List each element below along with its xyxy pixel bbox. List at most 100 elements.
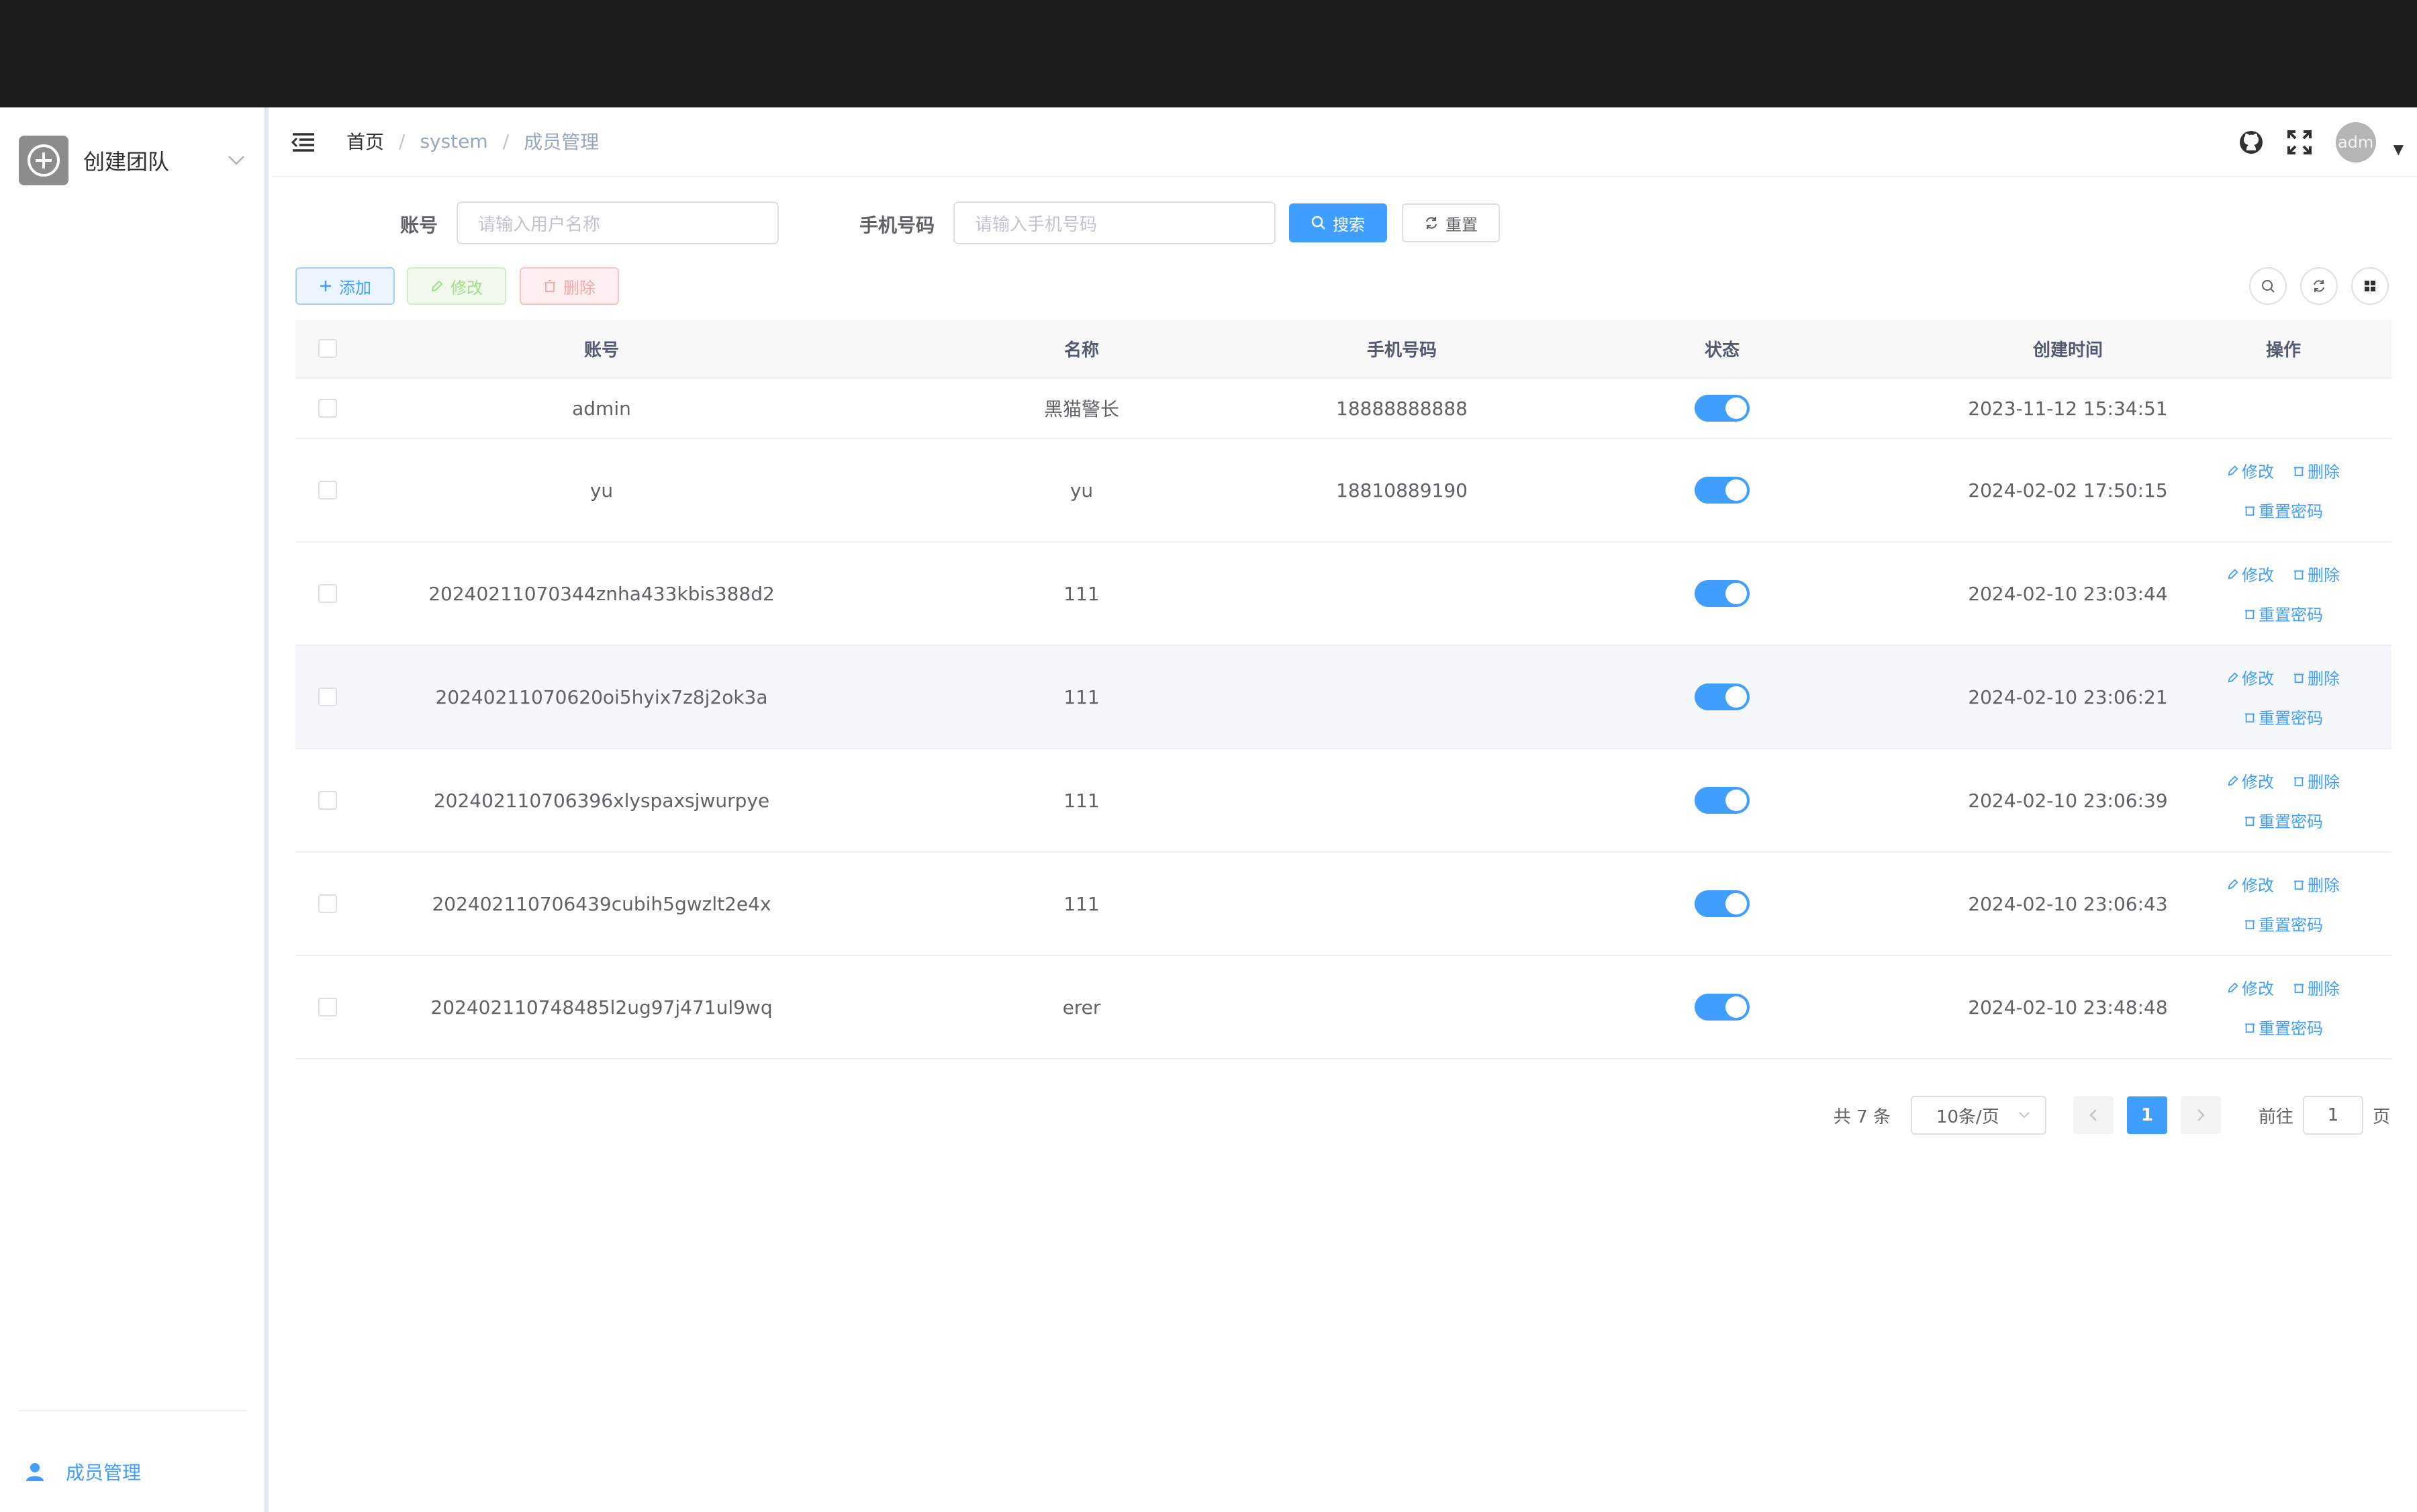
- row-delete-link[interactable]: 删除: [2293, 459, 2340, 482]
- header-name: 名称: [1063, 340, 1099, 361]
- row-edit-label: 修改: [2242, 463, 2274, 481]
- select-all-checkbox[interactable]: [318, 339, 337, 358]
- search-button[interactable]: 搜索: [1289, 203, 1387, 242]
- cell-operations: 修改 删除 重置密码: [2175, 562, 2391, 625]
- row-edit-link[interactable]: 修改: [2227, 459, 2274, 482]
- delete-button[interactable]: 删除: [520, 267, 619, 305]
- cell-phone: 18888888888: [1336, 397, 1468, 420]
- search-icon: [2261, 279, 2275, 293]
- row-checkbox[interactable]: [318, 584, 337, 603]
- chevron-down-icon: [2018, 1111, 2030, 1119]
- row-checkbox[interactable]: [318, 998, 337, 1017]
- row-reset-password-label: 重置密码: [2259, 916, 2323, 935]
- row-checkbox[interactable]: [318, 894, 337, 913]
- status-switch[interactable]: [1695, 787, 1750, 814]
- goto-page-input[interactable]: 1: [2302, 1096, 2363, 1135]
- row-edit-link[interactable]: 修改: [2227, 976, 2274, 999]
- cell-operations: 修改 删除 重置密码: [2175, 976, 2391, 1039]
- row-delete-label: 删除: [2308, 876, 2340, 895]
- row-delete-link[interactable]: 删除: [2293, 872, 2340, 896]
- menu-toggle-icon[interactable]: [290, 129, 317, 156]
- add-button[interactable]: 添加: [295, 267, 395, 305]
- grid-icon: [2363, 279, 2377, 293]
- row-reset-password-link[interactable]: 重置密码: [2244, 602, 2323, 625]
- row-delete-link[interactable]: 删除: [2293, 976, 2340, 999]
- header-phone: 手机号码: [1366, 340, 1437, 361]
- cell-created-time: 2024-02-10 23:48:48: [1968, 996, 2168, 1019]
- row-checkbox[interactable]: [318, 688, 337, 706]
- row-delete-label: 删除: [2308, 463, 2340, 481]
- header-created-time: 创建时间: [2032, 340, 2103, 361]
- row-reset-password-link[interactable]: 重置密码: [2244, 912, 2323, 935]
- row-reset-password-link[interactable]: 重置密码: [2244, 808, 2323, 832]
- edit-icon: [2228, 465, 2238, 475]
- next-page-button[interactable]: [2180, 1096, 2221, 1134]
- breadcrumb-system[interactable]: system: [420, 130, 487, 152]
- status-switch[interactable]: [1695, 395, 1750, 422]
- table-row: 202402110748485l2ug97j471ul9wq erer 2024…: [295, 956, 2391, 1059]
- table-row: 20240211070620oi5hyix7z8j2ok3a 111 2024-…: [295, 646, 2391, 749]
- row-edit-link[interactable]: 修改: [2227, 665, 2274, 689]
- page-size-select[interactable]: 10条/页: [1910, 1096, 2046, 1135]
- edit-button[interactable]: 修改: [407, 267, 506, 305]
- row-reset-password-link[interactable]: 重置密码: [2244, 498, 2323, 522]
- cell-created-time: 2024-02-10 23:03:44: [1968, 582, 2168, 605]
- chevron-down-icon[interactable]: [223, 147, 250, 174]
- edit-icon: [2228, 982, 2238, 992]
- search-form: 账号 请输入用户名称 手机号码 请输入手机号码 搜索 重置: [273, 201, 2417, 244]
- fullscreen-icon[interactable]: [2282, 125, 2317, 160]
- cell-account: 20240211070344znha433kbis388d2: [428, 582, 775, 605]
- breadcrumb-current: 成员管理: [524, 131, 600, 153]
- prev-page-button[interactable]: [2073, 1096, 2114, 1134]
- row-reset-password-link[interactable]: 重置密码: [2244, 1015, 2323, 1039]
- goto-label: 前往: [2258, 1106, 2293, 1127]
- sidebar-item-member-management[interactable]: 成员管理: [24, 1458, 141, 1485]
- status-switch[interactable]: [1695, 994, 1750, 1021]
- edit-icon: [430, 279, 444, 293]
- trash-icon: [543, 279, 557, 293]
- columns-button[interactable]: [2351, 267, 2389, 305]
- row-checkbox[interactable]: [318, 481, 337, 500]
- row-delete-link[interactable]: 删除: [2293, 665, 2340, 689]
- row-checkbox[interactable]: [318, 791, 337, 810]
- status-switch[interactable]: [1695, 890, 1750, 917]
- navbar: 首页 / system / 成员管理 adm ▼: [273, 107, 2417, 177]
- row-edit-link[interactable]: 修改: [2227, 769, 2274, 792]
- team-selector[interactable]: 创建团队: [19, 136, 250, 185]
- caret-down-icon[interactable]: ▼: [2394, 141, 2404, 157]
- page-number-current[interactable]: 1: [2126, 1096, 2167, 1134]
- account-input[interactable]: 请输入用户名称: [457, 201, 779, 244]
- row-check-cell: [295, 584, 360, 603]
- table-toolbar: 添加 修改 删除: [273, 267, 2417, 306]
- status-switch[interactable]: [1695, 683, 1750, 710]
- reset-button[interactable]: 重置: [1402, 203, 1500, 242]
- page-unit-label: 页: [2372, 1106, 2390, 1127]
- phone-input[interactable]: 请输入手机号码: [953, 201, 1276, 244]
- row-reset-password-link[interactable]: 重置密码: [2244, 705, 2323, 728]
- status-switch[interactable]: [1695, 477, 1750, 504]
- status-switch[interactable]: [1695, 580, 1750, 607]
- trash-icon: [2244, 1023, 2255, 1033]
- header-account: 账号: [583, 340, 619, 361]
- team-name: 创建团队: [83, 149, 170, 175]
- row-checkbox[interactable]: [318, 399, 337, 418]
- row-edit-link[interactable]: 修改: [2227, 872, 2274, 896]
- toggle-search-button[interactable]: [2249, 267, 2287, 305]
- cell-status: [1484, 994, 1960, 1021]
- refresh-table-button[interactable]: [2300, 267, 2338, 305]
- cell-account: 202402110706439cubih5gwzlt2e4x: [432, 892, 771, 915]
- row-reset-password-label: 重置密码: [2259, 1019, 2323, 1038]
- add-circle-icon: [19, 136, 68, 185]
- cell-created-time: 2024-02-02 17:50:15: [1968, 479, 2168, 502]
- avatar[interactable]: adm: [2335, 122, 2376, 162]
- row-delete-link[interactable]: 删除: [2293, 562, 2340, 585]
- github-icon[interactable]: [2234, 125, 2269, 160]
- cell-operations: 修改 删除 重置密码: [2175, 769, 2391, 832]
- row-edit-link[interactable]: 修改: [2227, 562, 2274, 585]
- row-delete-link[interactable]: 删除: [2293, 769, 2340, 792]
- breadcrumb-home[interactable]: 首页: [346, 128, 384, 154]
- cell-name: 111: [1063, 582, 1100, 605]
- search-icon: [1311, 216, 1326, 230]
- trash-icon: [2293, 673, 2304, 683]
- edit-button-label: 修改: [451, 278, 483, 297]
